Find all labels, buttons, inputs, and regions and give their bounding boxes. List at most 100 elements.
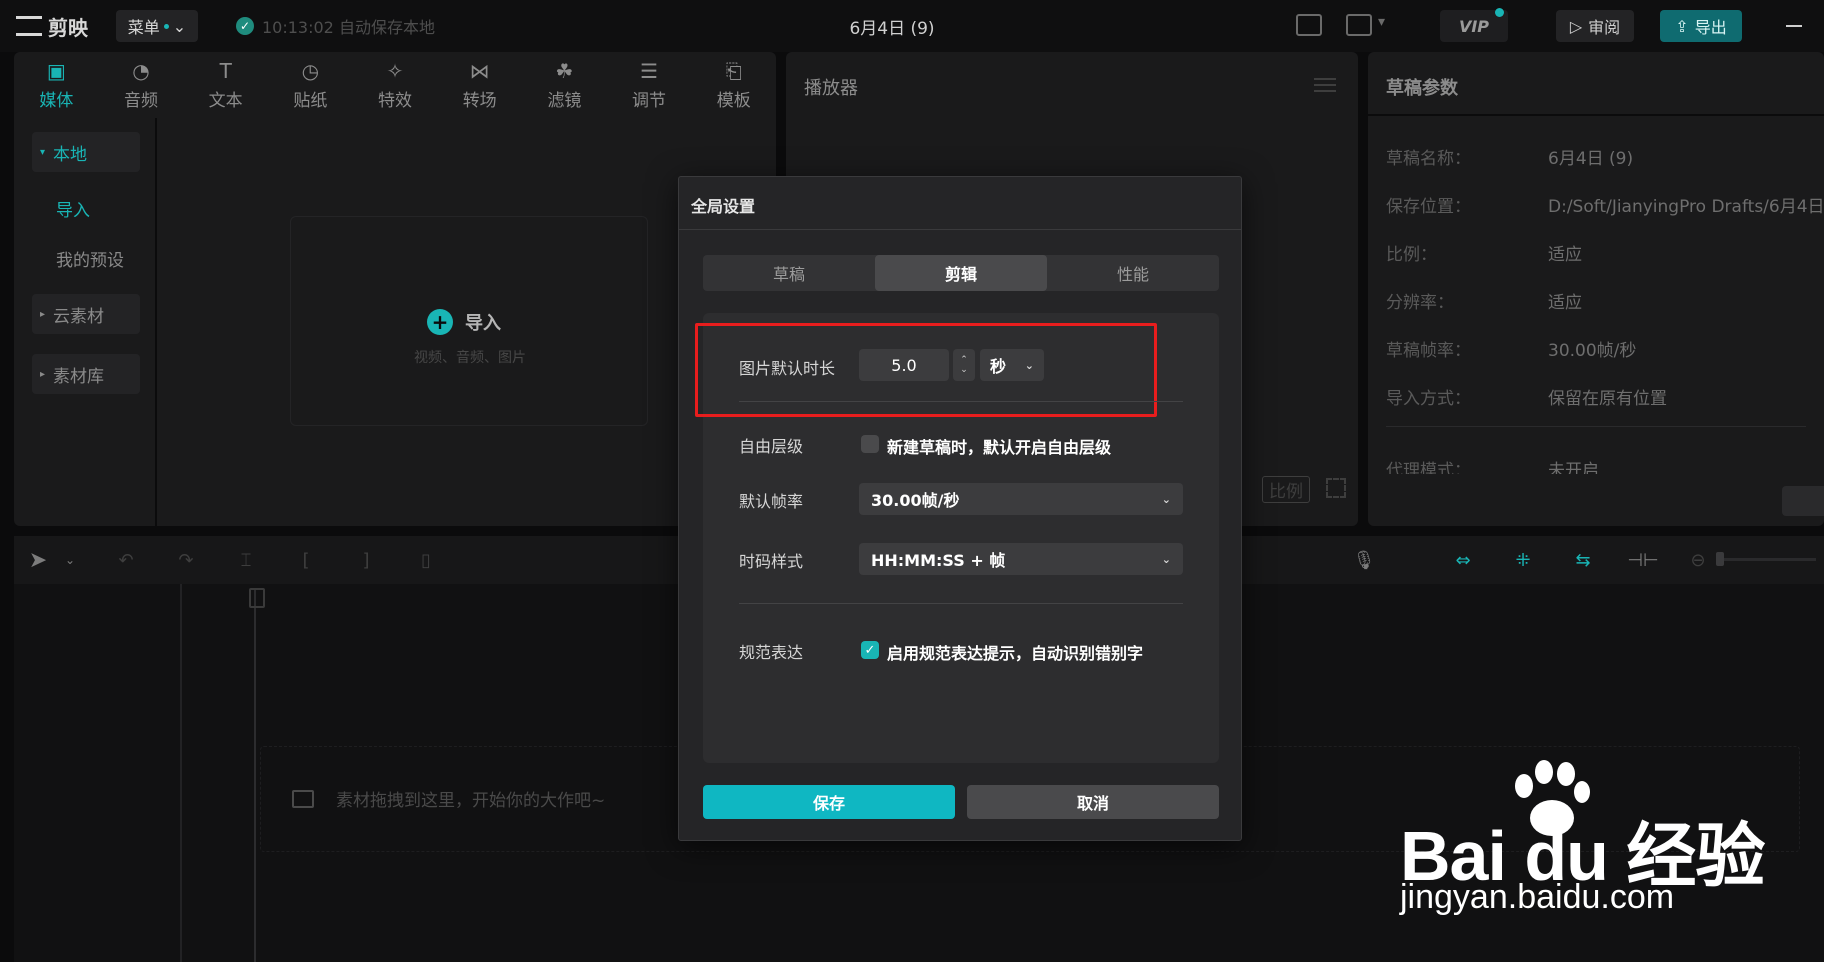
import-dropzone[interactable]: + 导入 视频、音频、图片 (290, 216, 648, 426)
edit-params-button[interactable] (1782, 486, 1824, 516)
tab-label: 转场 (462, 90, 497, 111)
logo-icon (16, 16, 42, 36)
free-layer-checkbox[interactable] (861, 435, 879, 453)
media-tabs: ▣ 媒体 ◔ 音频 T 文本 ◷ 贴纸 ✧ 特效 ⋈ 转场 ☘ 滤镜 ☰ 调节 ⎗ 模板 (14, 52, 776, 118)
review-label: 审阅 (1588, 18, 1621, 37)
standard-expression-checkbox[interactable]: ✓ (861, 641, 879, 659)
free-layer-checkbox-label[interactable]: 新建草稿时，默认开启自由层级 (887, 434, 1111, 458)
redo-icon[interactable]: ↷ (176, 550, 196, 571)
standard-expression-checkbox-label[interactable]: 启用规范表达提示，自动识别错别字 (887, 640, 1143, 664)
caret-right-icon: ▸ (40, 368, 46, 380)
link-track-icon[interactable]: ⇔ (1448, 550, 1478, 571)
save-button[interactable]: 保存 (703, 785, 955, 819)
tab-transition[interactable]: ⋈ 转场 (437, 52, 522, 118)
tab-adjust[interactable]: ☰ 调节 (607, 52, 692, 118)
sidebar-item-my-presets[interactable]: 我的预设 (56, 246, 124, 271)
export-label: 导出 (1694, 18, 1727, 37)
param-row: 草稿名称： 6月4日 (9) (1386, 144, 1824, 169)
image-duration-input[interactable]: 5.0 (859, 349, 949, 381)
tab-effects[interactable]: ✧ 特效 (353, 52, 438, 118)
split-view-icon[interactable]: ⊣⊢ (1627, 550, 1658, 571)
param-value: 6月4日 (9) (1548, 149, 1634, 169)
sidebar-item-import[interactable]: 导入 (56, 196, 90, 221)
select-cursor-icon[interactable]: ➤ (28, 548, 48, 573)
stepper-up-icon[interactable]: ⌃ (960, 355, 968, 365)
tab-text[interactable]: T 文本 (183, 52, 268, 118)
global-settings-dialog: 全局设置 草稿 剪辑 性能 图片默认时长 5.0 ⌃ ⌄ 秒 ⌄ 自由层级 新建草… (678, 176, 1242, 841)
timecode-value: HH:MM:SS + 帧 (871, 551, 1006, 570)
draft-params-panel: 草稿参数 草稿名称： 6月4日 (9) 保存位置： D:/Soft/Jianying… (1368, 52, 1824, 526)
playhead[interactable] (249, 588, 265, 962)
duration-unit-select[interactable]: 秒 ⌄ (980, 349, 1044, 381)
vip-button[interactable]: VIP (1440, 8, 1508, 42)
undo-icon[interactable]: ↶ (116, 550, 136, 571)
tab-template[interactable]: ⎗ 模板 (691, 52, 776, 118)
sticker-icon: ◷ (301, 58, 320, 83)
snap-icon[interactable]: ⁜ (1508, 550, 1538, 571)
caret-down-icon: ▾ (40, 146, 46, 158)
transition-icon: ⋈ (469, 58, 490, 83)
watermark-url: jingyan.baidu.com (1400, 878, 1675, 916)
stepper-down-icon[interactable]: ⌄ (960, 365, 968, 375)
duration-stepper[interactable]: ⌃ ⌄ (953, 349, 975, 381)
adjust-icon: ☰ (640, 58, 658, 83)
ratio-button[interactable]: 比例 (1262, 476, 1310, 503)
minimize-icon[interactable] (1786, 25, 1802, 27)
tab-sticker[interactable]: ◷ 贴纸 (268, 52, 353, 118)
sidebar-item-cloud[interactable]: ▸ 云素材 (32, 294, 140, 334)
autosave-status: ✓ 10:13:02 自动保存本地 (236, 14, 435, 38)
frame-rate-select[interactable]: 30.00帧/秒 ⌄ (859, 483, 1183, 515)
chevron-down-icon[interactable]: ▾ (1378, 14, 1385, 30)
chevron-down-icon[interactable]: ⌄ (60, 550, 80, 570)
zoom-slider-handle[interactable] (1716, 552, 1724, 566)
standard-expression-label: 规范表达 (739, 643, 804, 662)
zoom-out-icon[interactable]: ⊖ (1688, 550, 1708, 571)
param-row: 分辨率： 适应 (1386, 288, 1824, 313)
menu-icon[interactable] (1314, 78, 1336, 92)
track-header-divider (180, 584, 182, 962)
tab-filter[interactable]: ☘ 滤镜 (522, 52, 607, 118)
param-row: 导入方式： 保留在原有位置 (1386, 384, 1824, 409)
player-title: 播放器 (804, 78, 858, 99)
param-value: 适应 (1548, 293, 1582, 313)
film-icon (292, 789, 314, 808)
settings-body: 图片默认时长 5.0 ⌃ ⌄ 秒 ⌄ 自由层级 新建草稿时，默认开启自由层级 默认… (695, 313, 1219, 763)
tab-draft[interactable]: 草稿 (703, 255, 875, 291)
dialog-title: 全局设置 (691, 197, 756, 216)
tab-media[interactable]: ▣ 媒体 (14, 52, 99, 118)
chevron-down-icon: ⌄ (1161, 552, 1171, 566)
chevron-down-icon: ⌄ (1161, 492, 1171, 506)
zoom-slider[interactable] (1716, 558, 1816, 561)
param-key: 草稿帧率： (1386, 341, 1471, 361)
param-row: 保存位置： D:/Soft/JianyingPro Drafts/6月4日 (1386, 192, 1824, 217)
tab-edit[interactable]: 剪辑 (875, 255, 1047, 291)
tab-audio[interactable]: ◔ 音频 (99, 52, 184, 118)
sidebar-item-local[interactable]: ▾ 本地 (32, 132, 140, 172)
template-icon: ⎗ (725, 58, 742, 83)
sidebar-item-library[interactable]: ▸ 素材库 (32, 354, 140, 394)
check-circle-icon: ✓ (236, 17, 254, 35)
param-value: 未开启 (1548, 461, 1599, 474)
cancel-button[interactable]: 取消 (967, 785, 1219, 819)
tab-label: 媒体 (39, 90, 74, 111)
split-icon[interactable]: ⌶ (236, 550, 256, 571)
trim-right-icon[interactable]: ] (356, 550, 376, 571)
layout-icon[interactable] (1346, 14, 1372, 36)
delete-icon[interactable]: ▯ (416, 550, 436, 571)
params-title: 草稿参数 (1386, 78, 1458, 99)
fullscreen-icon[interactable] (1326, 478, 1346, 498)
linkage-icon[interactable]: ⇆ (1568, 550, 1598, 571)
timecode-select[interactable]: HH:MM:SS + 帧 ⌄ (859, 543, 1183, 575)
media-panel: ▣ 媒体 ◔ 音频 T 文本 ◷ 贴纸 ✧ 特效 ⋈ 转场 ☘ 滤镜 ☰ 调节 ⎗ 模板 ▾ 本地 … (14, 52, 776, 526)
keyboard-icon[interactable] (1296, 14, 1322, 36)
export-button[interactable]: ⇪ 导出 (1660, 10, 1742, 42)
tab-performance[interactable]: 性能 (1047, 255, 1219, 291)
drop-hint-text: 素材拖拽到这里，开始你的大作吧~ (336, 791, 606, 811)
trim-left-icon[interactable]: [ (296, 550, 316, 571)
microphone-icon[interactable]: 🎙 (1353, 550, 1376, 571)
review-icon: ▷ (1569, 16, 1583, 36)
vip-label: VIP (1458, 16, 1490, 36)
review-button[interactable]: ▷ 审阅 (1556, 10, 1634, 42)
menu-button[interactable]: 菜单 ⌄ (116, 10, 198, 42)
import-button[interactable]: + 导入 (427, 309, 501, 335)
